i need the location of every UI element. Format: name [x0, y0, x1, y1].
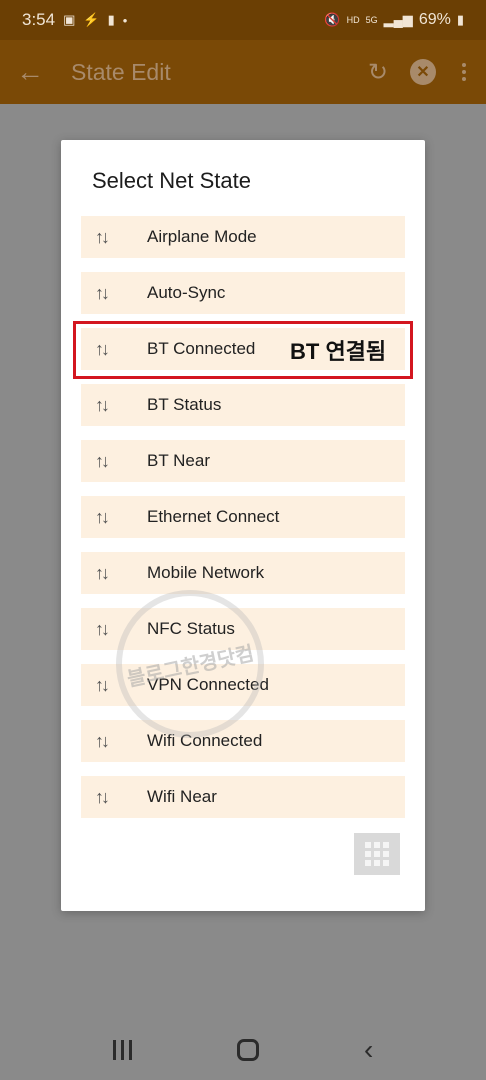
swap-vert-icon: ↑↓ [95, 338, 110, 359]
watermark-text: 블로그한경닷컴 [125, 642, 256, 691]
list-item-mobile-network[interactable]: ↑↓ Mobile Network [81, 552, 405, 594]
select-net-state-dialog: Select Net State ↑↓ Airplane Mode ↑↓ Aut… [61, 140, 425, 911]
home-icon[interactable] [236, 1039, 259, 1061]
more-vert-icon[interactable] [458, 63, 470, 81]
list-item-label: Wifi Near [147, 787, 217, 806]
app-bar: ← State Edit ↻ ✕ [0, 40, 486, 104]
swap-vert-icon: ↑↓ [95, 226, 110, 247]
list-item-wifi-near[interactable]: ↑↓ Wifi Near [81, 776, 405, 818]
dot-icon: • [122, 12, 128, 28]
recents-icon[interactable] [112, 1040, 132, 1060]
page-title: State Edit [71, 58, 171, 85]
signal-icon: ▂▄▆ [383, 12, 413, 27]
list-item-label: BT Connected [147, 339, 256, 358]
list-item-wifi-connected[interactable]: ↑↓ Wifi Connected [81, 720, 405, 762]
list-item-label: Airplane Mode [147, 227, 257, 246]
status-time: 3:54 [22, 10, 56, 29]
status-left: 3:54 ▣ ⚡ ▮ • [22, 10, 127, 30]
swap-vert-icon: ↑↓ [95, 506, 110, 527]
list-item-airplane-mode[interactable]: ↑↓ Airplane Mode [81, 216, 405, 258]
list-item-auto-sync[interactable]: ↑↓ Auto-Sync [81, 272, 405, 314]
refresh-icon[interactable]: ↻ [368, 58, 388, 87]
mute-icon: 🔇 [324, 12, 341, 27]
app-bar-actions: ↻ ✕ [368, 58, 470, 87]
hd-voice-icon: HD [346, 15, 360, 25]
list-item-bt-near[interactable]: ↑↓ BT Near [81, 440, 405, 482]
swap-vert-icon: ↑↓ [95, 394, 110, 415]
close-circle-icon[interactable]: ✕ [410, 59, 436, 85]
grid-icon[interactable] [354, 833, 400, 875]
swap-vert-icon: ↑↓ [95, 450, 110, 471]
flash-icon: ⚡ [83, 12, 100, 27]
net-state-list: ↑↓ Airplane Mode ↑↓ Auto-Sync ↑↓ BT Conn… [81, 216, 405, 832]
swap-vert-icon: ↑↓ [95, 730, 110, 751]
list-item-label: BT Near [147, 451, 210, 470]
lte-icon: 5G [365, 15, 378, 25]
swap-vert-icon: ↑↓ [95, 562, 110, 583]
battery-icon: ▮ [456, 12, 464, 27]
list-item-label: Mobile Network [147, 563, 265, 582]
image-icon: ▣ [63, 12, 76, 27]
nfc-icon: ▮ [107, 12, 115, 27]
swap-vert-icon: ↑↓ [95, 786, 110, 807]
list-item-label: Ethernet Connect [147, 507, 280, 526]
battery-text: 69% [418, 11, 451, 28]
dialog-title: Select Net State [92, 168, 251, 193]
list-item-label: BT Status [147, 395, 222, 414]
nav-bar: ‹ [0, 1020, 486, 1080]
list-item-label: Auto-Sync [147, 283, 226, 302]
back-nav-icon[interactable]: ‹ [364, 1034, 373, 1066]
arrow-left-icon[interactable]: ← [16, 56, 56, 88]
status-right: 🔇 HD 5G ▂▄▆ 69% ▮ [324, 11, 464, 29]
list-item-ethernet-connect[interactable]: ↑↓ Ethernet Connect [81, 496, 405, 538]
swap-vert-icon: ↑↓ [95, 282, 110, 303]
annotation-label: BT 연결됨 [290, 334, 387, 366]
list-item-bt-status[interactable]: ↑↓ BT Status [81, 384, 405, 426]
status-bar: 3:54 ▣ ⚡ ▮ • 🔇 HD 5G ▂▄▆ 69% ▮ [0, 0, 486, 40]
